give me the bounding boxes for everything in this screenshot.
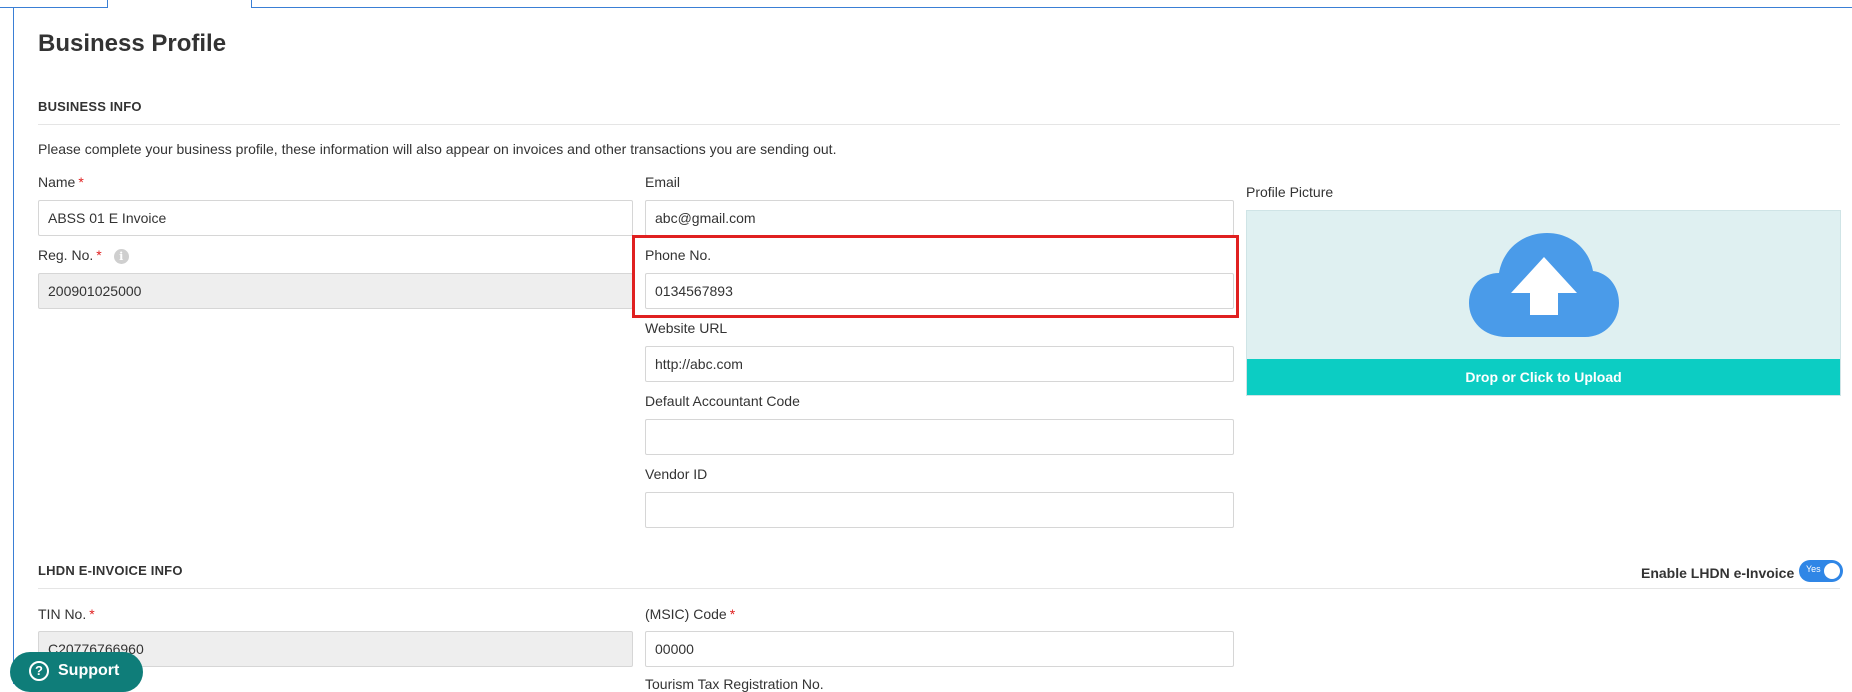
name-label: Name * xyxy=(38,174,84,190)
msic-required-mark: * xyxy=(729,606,736,622)
msic-label-text: (MSIC) Code xyxy=(645,606,727,622)
lhdn-enable-toggle[interactable]: Yes xyxy=(1799,560,1843,582)
vendor-id-input[interactable] xyxy=(645,492,1234,528)
reg-no-input xyxy=(38,273,633,309)
business-info-intro: Please complete your business profile, t… xyxy=(38,141,837,157)
active-tab[interactable] xyxy=(107,0,252,8)
reg-no-label-text: Reg. No. xyxy=(38,247,94,263)
profile-picture-upload[interactable]: Drop or Click to Upload xyxy=(1246,210,1841,396)
question-circle-icon: ? xyxy=(29,661,49,681)
support-button[interactable]: ? Support xyxy=(10,652,143,692)
vendor-id-label: Vendor ID xyxy=(645,466,708,482)
phone-input[interactable] xyxy=(645,273,1234,309)
accountant-code-label: Default Accountant Code xyxy=(645,393,800,409)
reg-no-label: Reg. No. * i xyxy=(38,247,129,264)
toggle-knob xyxy=(1824,563,1840,579)
tin-label-text: TIN No. xyxy=(38,606,87,622)
business-info-heading: BUSINESS INFO xyxy=(38,99,142,114)
lhdn-info-divider xyxy=(38,588,1840,589)
page-title: Business Profile xyxy=(38,30,227,57)
tin-label: TIN No. * xyxy=(38,606,95,622)
tab-strip-left-line xyxy=(0,7,107,8)
msic-label: (MSIC) Code * xyxy=(645,606,735,622)
profile-picture-label: Profile Picture xyxy=(1246,184,1334,200)
tourism-tax-label: Tourism Tax Registration No. xyxy=(645,676,824,692)
tab-strip-right-line xyxy=(252,7,1852,8)
accountant-code-input[interactable] xyxy=(645,419,1234,455)
tin-required-mark: * xyxy=(89,606,95,622)
lhdn-toggle-label: Enable LHDN e-Invoice xyxy=(1641,565,1795,581)
toggle-state-text: Yes xyxy=(1806,564,1821,574)
cloud-upload-icon xyxy=(1469,233,1619,337)
name-input[interactable] xyxy=(38,200,633,236)
name-label-text: Name xyxy=(38,174,76,190)
business-info-divider xyxy=(38,124,1840,125)
website-input[interactable] xyxy=(645,346,1234,382)
reg-no-required-mark: * xyxy=(96,247,102,263)
phone-label: Phone No. xyxy=(645,247,712,263)
email-input[interactable] xyxy=(645,200,1234,236)
email-label: Email xyxy=(645,174,681,190)
msic-input[interactable] xyxy=(645,631,1234,667)
panel-border xyxy=(13,7,14,684)
upload-button[interactable]: Drop or Click to Upload xyxy=(1247,359,1840,395)
info-icon[interactable]: i xyxy=(113,248,129,264)
lhdn-info-heading: LHDN E-INVOICE INFO xyxy=(38,563,183,578)
name-required-mark: * xyxy=(78,174,84,190)
support-label: Support xyxy=(58,662,120,679)
website-label: Website URL xyxy=(645,320,728,336)
